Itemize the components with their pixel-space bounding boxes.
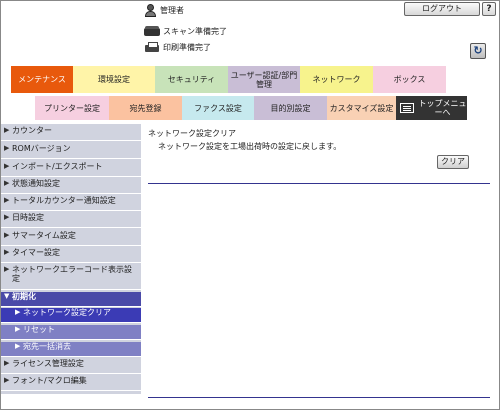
sidebar-item-label: カウンター <box>12 126 52 135</box>
sidebar-item-label: ネットワーク設定クリア <box>23 308 111 317</box>
user-info: 管理者 <box>144 3 184 17</box>
arrow-right-icon: ▶ <box>15 342 21 350</box>
help-button[interactable]: ? <box>482 2 496 16</box>
print-status-text: 印刷準備完了 <box>163 43 211 52</box>
arrow-right-icon: ▶ <box>4 231 10 239</box>
scan-status-text: スキャン準備完了 <box>163 27 227 36</box>
sidebar-item-network-error-code[interactable]: ▶ ネットワークエラーコード表示設定 <box>1 265 141 290</box>
sidebar-item-label: ネットワークエラーコード表示設定 <box>12 265 132 283</box>
arrow-right-icon: ▶ <box>4 376 10 384</box>
sidebar-item-import-export[interactable]: ▶ インポート/エクスポート <box>1 162 141 177</box>
sidebar-item-label: フォント/マクロ編集 <box>12 376 87 385</box>
top-menu-label: トップメニューへ <box>418 99 467 117</box>
sidebar-item-label: 宛先一括消去 <box>23 342 71 351</box>
print-status: 印刷準備完了 <box>144 41 211 54</box>
tab-security[interactable]: セキュリティ <box>155 66 228 93</box>
arrow-right-icon: ▶ <box>4 213 10 221</box>
sidebar-item-label: サマータイム設定 <box>12 231 76 240</box>
sidebar-item-reset[interactable]: ▶ リセット <box>1 325 141 340</box>
divider <box>148 183 490 184</box>
tab-environment-settings[interactable]: 環境設定 <box>73 66 155 93</box>
user-label: 管理者 <box>160 5 184 15</box>
tab-fax-settings[interactable]: ファクス設定 <box>182 96 254 120</box>
sidebar-item-label: ROMバージョン <box>12 144 71 153</box>
scan-status: スキャン準備完了 <box>144 25 227 38</box>
arrow-right-icon: ▶ <box>4 248 10 256</box>
scanner-icon <box>144 26 160 37</box>
tab-printer-settings[interactable]: プリンター設定 <box>35 96 109 120</box>
sidebar-item-timer[interactable]: ▶ タイマー設定 <box>1 248 141 263</box>
tab-user-auth[interactable]: ユーザー認証/部門管理 <box>228 66 300 93</box>
arrow-down-icon: ▼ <box>4 292 10 300</box>
sidebar-item-label: 日時設定 <box>12 213 44 222</box>
arrow-right-icon: ▶ <box>4 162 10 170</box>
sidebar-item-rom-version[interactable]: ▶ ROMバージョン <box>1 144 141 159</box>
sidebar-item-label: 状態通知設定 <box>12 179 60 188</box>
printer-icon <box>144 42 160 53</box>
page-description: ネットワーク設定を工場出荷時の設定に戻します。 <box>158 142 342 151</box>
divider <box>148 397 490 398</box>
logout-button[interactable]: ログアウト <box>404 2 480 16</box>
sidebar-item-datetime[interactable]: ▶ 日時設定 <box>1 213 141 228</box>
sidebar-item-total-counter-notification[interactable]: ▶ トータルカウンター通知設定 <box>1 196 141 211</box>
menu-icon <box>400 103 414 113</box>
tab-box[interactable]: ボックス <box>373 66 446 93</box>
sidebar-item-license-management[interactable]: ▶ ライセンス管理設定 <box>1 359 141 374</box>
tab-purpose-settings[interactable]: 目的別設定 <box>254 96 327 120</box>
arrow-right-icon: ▶ <box>4 196 10 204</box>
tab-maintenance[interactable]: メンテナンス <box>11 66 73 93</box>
tab-network[interactable]: ネットワーク <box>300 66 373 93</box>
tab-top-menu[interactable]: トップメニューへ <box>396 96 467 120</box>
sidebar-item-network-settings-clear[interactable]: ▶ ネットワーク設定クリア <box>1 308 141 323</box>
sidebar-item-font-macro-edit[interactable]: ▶ フォント/マクロ編集 <box>1 376 141 391</box>
sidebar-item-label: リセット <box>23 325 55 334</box>
sidebar-item-delete-all-destinations[interactable]: ▶ 宛先一括消去 <box>1 342 141 357</box>
arrow-right-icon: ▶ <box>4 126 10 134</box>
sidebar-item-label: インポート/エクスポート <box>12 162 103 171</box>
tab-customize-settings[interactable]: カスタマイズ設定 <box>327 96 396 120</box>
refresh-button[interactable]: ↻ <box>470 43 486 59</box>
arrow-right-icon: ▶ <box>4 265 10 273</box>
page-title: ネットワーク設定クリア <box>148 129 236 138</box>
sidebar-group-initialize[interactable]: ▼ 初期化 <box>1 292 141 307</box>
refresh-icon: ↻ <box>473 44 483 57</box>
arrow-right-icon: ▶ <box>15 308 21 316</box>
arrow-right-icon: ▶ <box>4 179 10 187</box>
sidebar-item-status-notification[interactable]: ▶ 状態通知設定 <box>1 179 141 194</box>
tab-destination-registration[interactable]: 宛先登録 <box>109 96 182 120</box>
sidebar-item-label: トータルカウンター通知設定 <box>12 196 116 205</box>
sidebar-item-summer-time[interactable]: ▶ サマータイム設定 <box>1 231 141 246</box>
arrow-right-icon: ▶ <box>4 144 10 152</box>
arrow-right-icon: ▶ <box>4 359 10 367</box>
sidebar: ▶ カウンター ▶ ROMバージョン ▶ インポート/エクスポート ▶ 状態通知… <box>1 124 141 394</box>
user-icon <box>144 3 157 17</box>
sidebar-item-label: 初期化 <box>12 292 36 301</box>
sidebar-item-counter[interactable]: ▶ カウンター <box>1 126 141 141</box>
sidebar-item-label: タイマー設定 <box>12 248 60 257</box>
arrow-right-icon: ▶ <box>15 325 21 333</box>
clear-button[interactable]: クリア <box>437 155 469 169</box>
sidebar-item-label: ライセンス管理設定 <box>12 359 84 368</box>
